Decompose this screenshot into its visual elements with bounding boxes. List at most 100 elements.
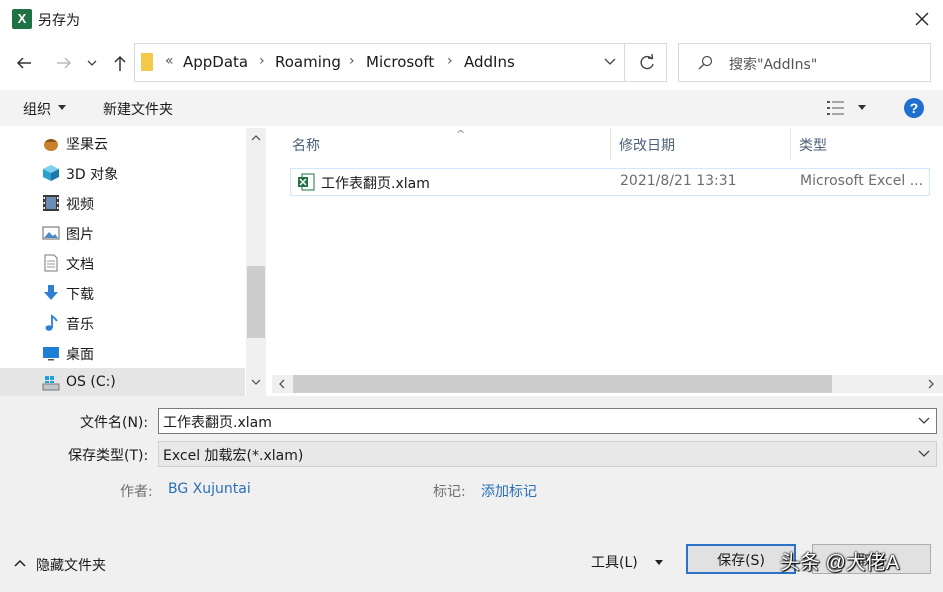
address-bar[interactable]: « AppData › Roaming › Microsoft › AddIns <box>134 43 667 82</box>
picture-icon <box>42 226 60 240</box>
chevron-down-icon <box>604 58 616 65</box>
nav-item-os-drive[interactable]: OS (C:) <box>0 368 245 398</box>
column-header-type[interactable]: 类型 <box>791 128 943 160</box>
folder-icon <box>141 53 153 71</box>
filetype-value: Excel 加载宏(*.xlam) <box>163 448 304 464</box>
nav-item-pictures[interactable]: 图片 <box>0 218 245 248</box>
nav-item-jianguoyun[interactable]: 坚果云 <box>0 128 245 158</box>
tags-label: 标记: <box>433 484 466 500</box>
filename-input[interactable]: 工作表翻页.xlam <box>158 408 937 434</box>
breadcrumb-microsoft[interactable]: Microsoft <box>366 53 434 71</box>
document-icon <box>44 254 58 272</box>
film-icon <box>43 195 59 211</box>
close-button[interactable] <box>904 4 940 34</box>
chevron-up-icon[interactable] <box>251 134 261 142</box>
title-bar: X 另存为 <box>0 0 943 38</box>
column-header-date[interactable]: 修改日期 <box>611 128 791 160</box>
nav-item-downloads[interactable]: 下载 <box>0 278 245 308</box>
column-header-label: 名称 <box>292 138 320 154</box>
recent-locations-button[interactable] <box>84 51 100 75</box>
filename-label: 文件名(N): <box>80 415 149 431</box>
breadcrumb-overflow[interactable]: « <box>165 53 174 69</box>
refresh-button[interactable] <box>624 44 667 81</box>
scrollbar-thumb[interactable] <box>293 375 832 393</box>
hide-folders-toggle[interactable]: 隐藏文件夹 <box>14 553 124 575</box>
file-type: Microsoft Excel ... <box>800 173 924 189</box>
file-row[interactable]: 工作表翻页.xlam 2021/8/21 13:31 Microsoft Exc… <box>290 168 930 196</box>
forward-button[interactable] <box>52 51 76 75</box>
excel-file-icon <box>298 173 315 191</box>
file-name: 工作表翻页.xlam <box>321 176 430 192</box>
nav-item-label: 图片 <box>66 227 94 243</box>
column-header-label: 类型 <box>799 138 827 154</box>
drive-icon <box>42 376 60 391</box>
scrollbar-thumb[interactable] <box>247 266 265 338</box>
close-icon <box>915 12 929 26</box>
desktop-icon <box>43 347 59 361</box>
breadcrumb-separator[interactable]: › <box>259 53 265 69</box>
save-label: 保存(S) <box>717 553 765 569</box>
hide-folders-label: 隐藏文件夹 <box>36 558 106 574</box>
filetype-select[interactable]: Excel 加载宏(*.xlam) <box>158 441 937 467</box>
breadcrumb-separator[interactable]: › <box>349 53 355 69</box>
tags-add-link[interactable]: 添加标记 <box>481 481 537 501</box>
dialog-title: 另存为 <box>38 13 80 29</box>
music-note-icon <box>45 314 58 331</box>
organize-menu-button[interactable]: 组织 <box>23 99 51 119</box>
view-options-button[interactable] <box>826 99 846 117</box>
address-history-dropdown[interactable] <box>595 44 623 81</box>
caret-down-icon <box>655 560 663 565</box>
up-button[interactable] <box>108 51 132 75</box>
nav-item-3d-objects[interactable]: 3D 对象 <box>0 158 245 188</box>
nav-item-documents[interactable]: 文档 <box>0 248 245 278</box>
chevron-down-icon[interactable] <box>918 417 930 425</box>
chevron-right-icon[interactable] <box>927 379 935 389</box>
column-header-label: 修改日期 <box>619 138 675 154</box>
breadcrumb-roaming[interactable]: Roaming <box>275 53 341 71</box>
chevron-down-icon <box>87 60 97 66</box>
search-box[interactable]: 搜索"AddIns" <box>678 43 931 82</box>
chevron-up-icon <box>14 559 26 567</box>
watermark-text: 头条 @大佬A <box>780 552 900 574</box>
save-as-dialog: X 另存为 « AppData › Roaming › Microsoft › … <box>0 0 943 592</box>
breadcrumb-separator[interactable]: › <box>447 53 453 69</box>
cube-icon <box>43 165 59 181</box>
search-icon <box>698 55 713 70</box>
arrow-right-icon <box>57 57 72 69</box>
nav-item-label: 文档 <box>66 257 94 273</box>
chevron-left-icon[interactable] <box>278 379 286 389</box>
chevron-down-icon[interactable] <box>251 378 261 386</box>
nav-item-label: 下载 <box>66 287 94 303</box>
command-toolbar: 组织 新建文件夹 ? <box>0 90 943 126</box>
acorn-icon <box>44 139 58 151</box>
nav-item-label: OS (C:) <box>66 374 116 390</box>
author-value[interactable]: BG Xujuntai <box>168 481 251 497</box>
file-date: 2021/8/21 13:31 <box>620 173 737 189</box>
chevron-down-icon <box>918 450 930 457</box>
nav-item-music[interactable]: 音乐 <box>0 308 245 338</box>
filetype-label: 保存类型(T): <box>68 448 149 464</box>
caret-down-icon <box>58 105 66 110</box>
nav-item-label: 坚果云 <box>66 137 108 153</box>
nav-vertical-scrollbar[interactable] <box>246 128 266 396</box>
details-view-icon <box>827 101 844 115</box>
filename-value: 工作表翻页.xlam <box>163 415 272 431</box>
excel-app-icon: X <box>12 9 32 29</box>
nav-item-label: 视频 <box>66 197 94 213</box>
nav-item-videos[interactable]: 视频 <box>0 188 245 218</box>
nav-item-label: 3D 对象 <box>66 167 119 183</box>
file-horizontal-scrollbar[interactable] <box>272 375 943 393</box>
search-placeholder: 搜索"AddIns" <box>729 57 818 73</box>
caret-down-icon[interactable] <box>858 105 866 110</box>
back-button[interactable] <box>12 51 36 75</box>
navigation-pane: 坚果云 3D 对象 视频 图片 文档 下载 音乐 桌面 OS (C:) <box>0 128 266 398</box>
breadcrumb-addins[interactable]: AddIns <box>464 53 515 71</box>
tools-menu-button[interactable]: 工具(L) <box>589 549 673 575</box>
column-header-name[interactable]: 名称 ^ <box>284 128 611 160</box>
new-folder-button[interactable]: 新建文件夹 <box>103 99 173 119</box>
help-button[interactable]: ? <box>904 98 924 118</box>
author-label: 作者: <box>120 484 153 500</box>
breadcrumb-appdata[interactable]: AppData <box>183 53 248 71</box>
nav-item-desktop[interactable]: 桌面 <box>0 338 245 368</box>
refresh-icon <box>640 54 654 70</box>
